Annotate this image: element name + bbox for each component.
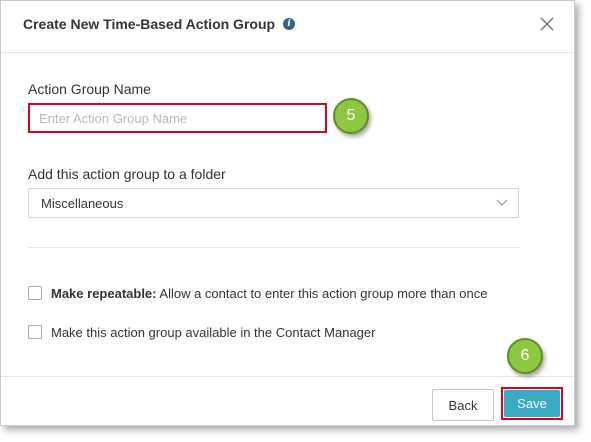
action-group-name-label: Action Group Name <box>28 81 151 97</box>
close-icon[interactable] <box>538 15 556 33</box>
action-group-name-input[interactable] <box>28 103 327 133</box>
chevron-down-icon <box>496 199 508 206</box>
folder-select[interactable]: Miscellaneous <box>28 188 519 218</box>
make-repeatable-description: Allow a contact to enter this action gro… <box>156 286 488 301</box>
step-6-badge: 6 <box>507 338 543 374</box>
make-repeatable-bold: Make repeatable: <box>51 286 157 301</box>
step-5-badge: 5 <box>333 98 369 134</box>
info-icon[interactable]: i <box>283 18 296 30</box>
dialog-header: Create New Time-Based Action Group i <box>1 1 574 53</box>
title-wrap: Create New Time-Based Action Group i <box>23 16 296 32</box>
contact-manager-label: Make this action group available in the … <box>51 325 376 340</box>
folder-selected-value: Miscellaneous <box>41 196 124 211</box>
create-action-group-dialog: Create New Time-Based Action Group i Act… <box>0 0 575 426</box>
folder-label: Add this action group to a folder <box>28 166 226 182</box>
make-repeatable-label: Make repeatable: Allow a contact to ente… <box>51 286 487 301</box>
dialog-title: Create New Time-Based Action Group <box>23 16 276 32</box>
back-button[interactable]: Back <box>432 389 494 421</box>
make-repeatable-checkbox[interactable] <box>28 286 42 300</box>
save-button[interactable]: Save <box>504 390 560 417</box>
section-divider <box>28 247 519 248</box>
contact-manager-checkbox[interactable] <box>28 325 42 339</box>
